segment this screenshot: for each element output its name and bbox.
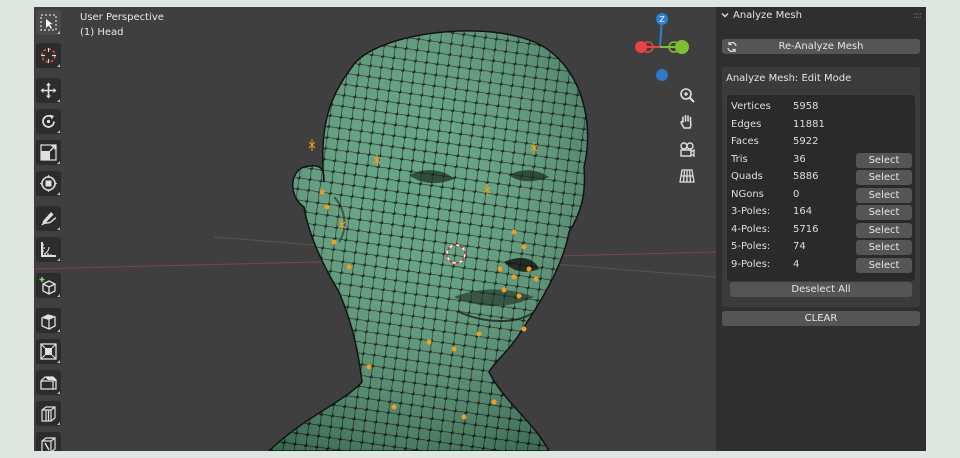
y-axis-icon[interactable] (675, 40, 689, 54)
select-4-poles-button[interactable]: Select (856, 222, 912, 238)
zoom-button[interactable] (676, 84, 698, 106)
tool-transform[interactable] (36, 171, 61, 196)
blender-window: User Perspective (1) Head Z Analyze Mesh… (34, 7, 926, 451)
chevron-down-icon (721, 11, 729, 22)
stat-row-edges: Edges 11881 (727, 117, 915, 135)
stat-row-9-poles: 9-Poles: 4 Select (727, 257, 915, 275)
tool-rotate[interactable] (36, 109, 61, 134)
extrude-icon (41, 314, 56, 330)
stat-label: NGons (731, 188, 764, 200)
stat-label: 9-Poles: (731, 258, 771, 270)
panel-title: Analyze Mesh (733, 10, 802, 21)
deselect-all-button[interactable]: Deselect All (730, 282, 912, 297)
rotate-icon (42, 114, 55, 128)
tool-select-box[interactable] (36, 10, 61, 35)
stat-row-tris: Tris 36 Select (727, 152, 915, 170)
analyze-mesh-panel: Analyze Mesh :::: Re-Analyze Mesh Analyz… (716, 7, 926, 451)
stat-value: 11881 (793, 118, 825, 130)
stat-value: 74 (793, 241, 806, 252)
measure-icon (41, 242, 56, 257)
navigation-gizmo[interactable]: Z (626, 9, 698, 89)
stat-label: Edges (731, 118, 762, 130)
stat-value: 5922 (793, 136, 819, 147)
select-5-poles-button[interactable]: Select (856, 240, 912, 255)
viewport-scene (34, 30, 716, 451)
tool-knife[interactable] (36, 432, 61, 451)
edit-mode-subpanel: Analyze Mesh: Edit Mode Vertices 5958 Ed… (722, 67, 920, 307)
camera-view-button[interactable] (676, 138, 698, 160)
viewport-object-label: (1) Head (80, 27, 124, 38)
stat-row-5-poles: 5-Poles: 74 Select (727, 239, 915, 257)
stat-label: 4-Poles: (731, 223, 771, 235)
stat-value: 164 (793, 206, 813, 217)
3d-viewport[interactable]: User Perspective (1) Head Z (34, 7, 716, 451)
stat-row-3-poles: 3-Poles: 164 Select (727, 204, 915, 222)
reanalyze-mesh-button[interactable]: Re-Analyze Mesh (722, 39, 920, 54)
stat-value: 36 (793, 153, 806, 165)
stat-label: Vertices (731, 101, 771, 112)
select-tris-button[interactable]: Select (856, 152, 912, 168)
add-cube-icon (39, 277, 56, 295)
tool-inset[interactable] (36, 339, 61, 364)
inset-icon (40, 343, 57, 360)
tool-loop-cut[interactable] (36, 401, 61, 426)
refresh-icon (727, 42, 737, 52)
bevel-icon (40, 376, 57, 390)
mesh-stats-box: Vertices 5958 Edges 11881 Faces 5922 Tri… (727, 95, 915, 281)
tool-cursor[interactable] (36, 43, 61, 68)
stat-row-faces: Faces 5922 (727, 134, 915, 152)
annotate-icon (41, 212, 57, 226)
tool-measure[interactable] (36, 237, 61, 262)
tool-bevel[interactable] (36, 370, 61, 395)
scale-icon (40, 144, 57, 161)
reanalyze-label: Re-Analyze Mesh (778, 41, 864, 52)
clear-button[interactable]: CLEAR (722, 311, 920, 326)
grid-view-icon (679, 169, 695, 183)
z-axis-label: Z (659, 15, 665, 24)
stat-row-ngons: NGons 0 Select (727, 187, 915, 205)
camera-icon (680, 142, 695, 158)
stat-value: 5958 (793, 101, 819, 112)
ortho-toggle-button[interactable] (676, 165, 698, 187)
stat-label: Tris (731, 153, 748, 165)
select-ngons-button[interactable]: Select (856, 187, 912, 203)
tool-scale[interactable] (36, 140, 61, 165)
move-icon (40, 82, 57, 99)
stat-label: 3-Poles: (731, 206, 771, 217)
stat-label: Quads (731, 171, 763, 182)
cursor-icon (41, 48, 56, 63)
subpanel-title: Analyze Mesh: Edit Mode (726, 73, 852, 84)
tool-extrude[interactable] (36, 308, 61, 333)
knife-icon (41, 437, 56, 451)
select-3-poles-button[interactable]: Select (856, 205, 912, 220)
stat-value: 0 (793, 188, 800, 200)
stat-row-4-poles: 4-Poles: 5716 Select (727, 222, 915, 240)
tool-move[interactable] (36, 78, 61, 103)
neg-z-axis-icon[interactable] (656, 69, 668, 81)
drag-handle-icon[interactable]: :::: (913, 11, 922, 21)
select-box-icon (40, 14, 57, 31)
stat-value: 5716 (793, 223, 819, 235)
pan-button[interactable] (676, 111, 698, 133)
hand-pan-icon (680, 114, 692, 129)
stat-row-quads: Quads 5886 Select (727, 169, 915, 187)
stat-value: 5886 (793, 171, 819, 182)
stat-row-vertices: Vertices 5958 (727, 99, 915, 117)
select-9-poles-button[interactable]: Select (856, 257, 912, 273)
loop-cut-icon (41, 406, 56, 422)
tool-add-cube[interactable] (36, 273, 61, 298)
viewport-title: User Perspective (80, 12, 164, 23)
zoom-icon (680, 88, 695, 103)
stat-label: 5-Poles: (731, 241, 771, 252)
select-quads-button[interactable]: Select (856, 170, 912, 185)
tool-annotate[interactable] (36, 206, 61, 231)
tool-shelf (34, 7, 64, 451)
transform-icon (39, 174, 58, 193)
stat-value: 4 (793, 258, 800, 270)
stat-label: Faces (731, 136, 759, 147)
panel-header[interactable]: Analyze Mesh :::: (716, 7, 926, 27)
